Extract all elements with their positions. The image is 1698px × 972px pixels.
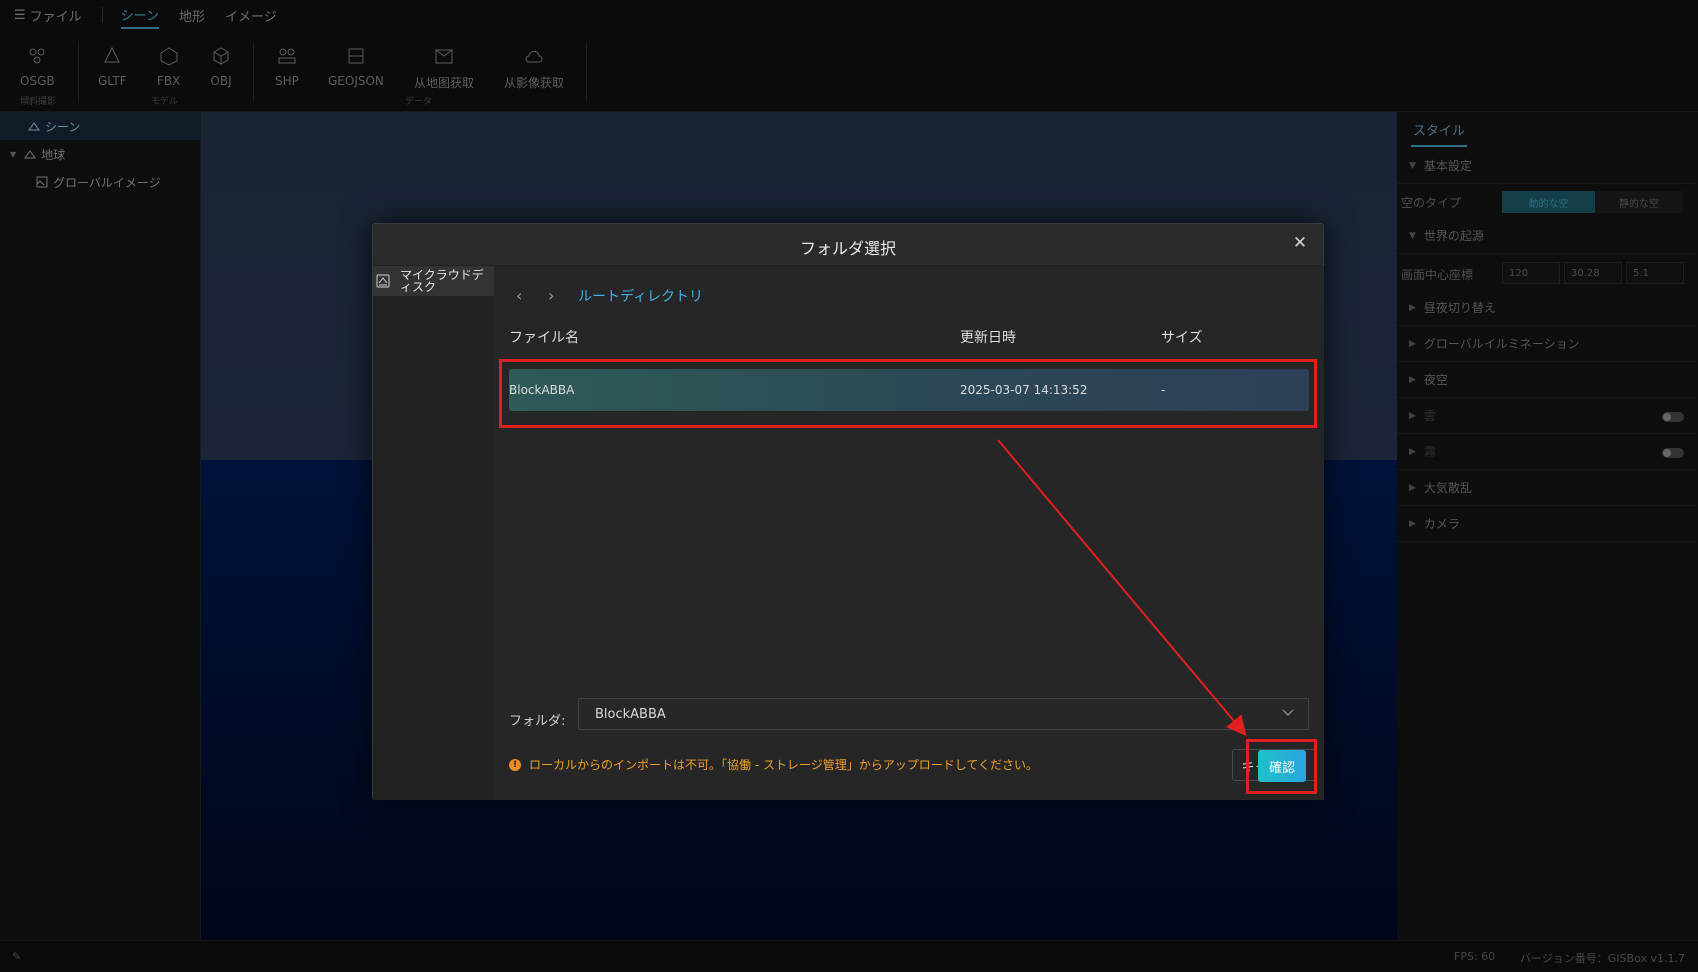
dialog-main: ‹ › ルートディレクトリ ファイル名 更新日時 サイズ BlockABBA 2…: [494, 266, 1324, 800]
column-header-modified[interactable]: 更新日時: [960, 327, 1016, 347]
style-panel: スタイル ▼ 基本設定 空のタイプ 動的な空 静的な空 ▼ 世界の起源 画面中心座標…: [1397, 112, 1698, 940]
column-header-name[interactable]: ファイル名: [509, 327, 579, 347]
imagery-fetch-icon: [525, 51, 543, 63]
chevron-down-icon[interactable]: ▼: [10, 150, 16, 159]
sidebar-item-cloud-disk[interactable]: マイクラウドディスク: [373, 266, 494, 296]
sky-static-button[interactable]: 静的な空: [1595, 191, 1683, 213]
cloud-disk-icon: [376, 274, 390, 288]
gltf-icon: [104, 46, 121, 63]
coord-lat-input[interactable]: 30.28: [1564, 262, 1622, 284]
tab-style[interactable]: スタイル: [1411, 118, 1468, 147]
fbx-icon: [160, 47, 178, 66]
breadcrumb-root[interactable]: ルートディレクトリ: [578, 286, 703, 306]
tab-imagery[interactable]: イメージ: [225, 0, 277, 30]
warning-icon: !: [509, 758, 521, 771]
geojson-icon: [348, 48, 364, 64]
column-header-size[interactable]: サイズ: [1161, 327, 1203, 347]
folder-select-dialog: フォルダ選択 ✕ マイクラウドディスク ‹ › ルートディレクトリ ファイル名 …: [372, 223, 1324, 800]
section-basic[interactable]: ▼ 基本設定: [1397, 148, 1697, 184]
dialog-sidebar: マイクラウドディスク: [373, 266, 494, 800]
sky-type-label: 空のタイプ: [1401, 196, 1462, 210]
import-warning: ! ローカルからのインポートは不可。「協働 - ストレージ管理」からアップロード…: [509, 756, 1038, 773]
cloud-disk-label: マイクラウドディスク: [400, 268, 484, 294]
folder-select-value: BlockABBA: [595, 707, 666, 722]
section-night-sky[interactable]: ▶ 夜空: [1397, 362, 1697, 398]
map-fetch-button[interactable]: 从地图获取: [414, 46, 474, 91]
back-icon[interactable]: ‹: [516, 286, 522, 305]
fps-readout: FPS: 60: [1454, 950, 1496, 963]
section-cloud[interactable]: ▶ 雲: [1397, 398, 1697, 434]
gltf-button[interactable]: GLTF: [98, 46, 127, 88]
obj-button[interactable]: OBJ: [210, 46, 232, 88]
tree-item-global-image[interactable]: グローバルイメージ: [0, 168, 200, 196]
close-icon[interactable]: ✕: [1291, 234, 1309, 252]
tree-item-globe[interactable]: ▼ 地球: [0, 140, 200, 168]
section-day-night[interactable]: ▶ 昼夜切り替え: [1397, 290, 1697, 326]
section-world-origin[interactable]: ▼ 世界の起源: [1397, 218, 1697, 254]
forward-icon[interactable]: ›: [548, 286, 554, 305]
status-bar: ✎ FPS: 60 バージョン番号：GISBox v1.1.7: [0, 940, 1698, 972]
menu-file[interactable]: ☰ ファイル: [14, 0, 82, 30]
dialog-header: フォルダ選択 ✕: [373, 224, 1323, 266]
coord-height-input[interactable]: 5.1: [1626, 262, 1684, 284]
section-camera[interactable]: ▶ カメラ: [1397, 506, 1697, 542]
global-image-icon: [36, 176, 48, 188]
warning-text: ローカルからのインポートは不可。「協働 - ストレージ管理」からアップロードして…: [529, 758, 1039, 772]
hamburger-icon: ☰: [14, 7, 26, 23]
imagery-fetch-button[interactable]: 从影像获取: [504, 46, 564, 91]
section-global-illumination[interactable]: ▶ グローバルイルミネーション: [1397, 326, 1697, 362]
osgb-button[interactable]: OSGB: [20, 46, 55, 88]
chevron-down-icon: [1282, 709, 1294, 716]
tab-terrain[interactable]: 地形: [179, 0, 205, 30]
menu-bar: ☰ ファイル シーン 地形 イメージ: [0, 0, 1698, 30]
coord-lon-input[interactable]: 120: [1502, 262, 1560, 284]
folder-select[interactable]: BlockABBA: [578, 698, 1309, 730]
sky-dynamic-button[interactable]: 動的な空: [1502, 191, 1595, 213]
section-atmosphere[interactable]: ▶ 大気散乱: [1397, 470, 1697, 506]
obj-icon: [213, 47, 229, 65]
group-label-model: モデル: [151, 97, 179, 107]
globe-icon: [24, 150, 37, 159]
tree-item-scene[interactable]: シーン: [0, 112, 200, 140]
geojson-button[interactable]: GEOJSON: [328, 46, 384, 88]
shp-button[interactable]: SHP: [275, 46, 299, 88]
group-label-oblique: 傾斜撮影: [20, 97, 57, 107]
folder-label: フォルダ:: [509, 714, 566, 729]
confirm-highlight-box: [1246, 739, 1317, 794]
section-fog[interactable]: ▶ 霧: [1397, 434, 1697, 470]
scene-icon: [28, 122, 40, 131]
dialog-title: フォルダ選択: [799, 239, 896, 258]
feedback-icon[interactable]: ✎: [12, 950, 21, 963]
osgb-icon: [29, 48, 45, 64]
version-label: バージョン番号：GISBox v1.1.7: [1520, 952, 1685, 965]
center-coords-label: 画面中心座標: [1401, 268, 1474, 282]
scene-tree: シーン ▼ 地球 グローバルイメージ: [0, 112, 201, 940]
row-highlight-box: [499, 359, 1317, 428]
ribbon-toolbar: OSGB 傾斜撮影 GLTF FBX OBJ モデル SHP GEOJSON 从…: [0, 30, 1698, 112]
group-label-data: データ: [405, 97, 433, 107]
map-fetch-icon: [435, 49, 453, 64]
shp-icon: [278, 48, 296, 64]
cloud-toggle[interactable]: [1662, 412, 1684, 422]
fog-toggle[interactable]: [1662, 448, 1684, 458]
fbx-button[interactable]: FBX: [157, 46, 180, 88]
tab-scene[interactable]: シーン: [120, 1, 160, 29]
